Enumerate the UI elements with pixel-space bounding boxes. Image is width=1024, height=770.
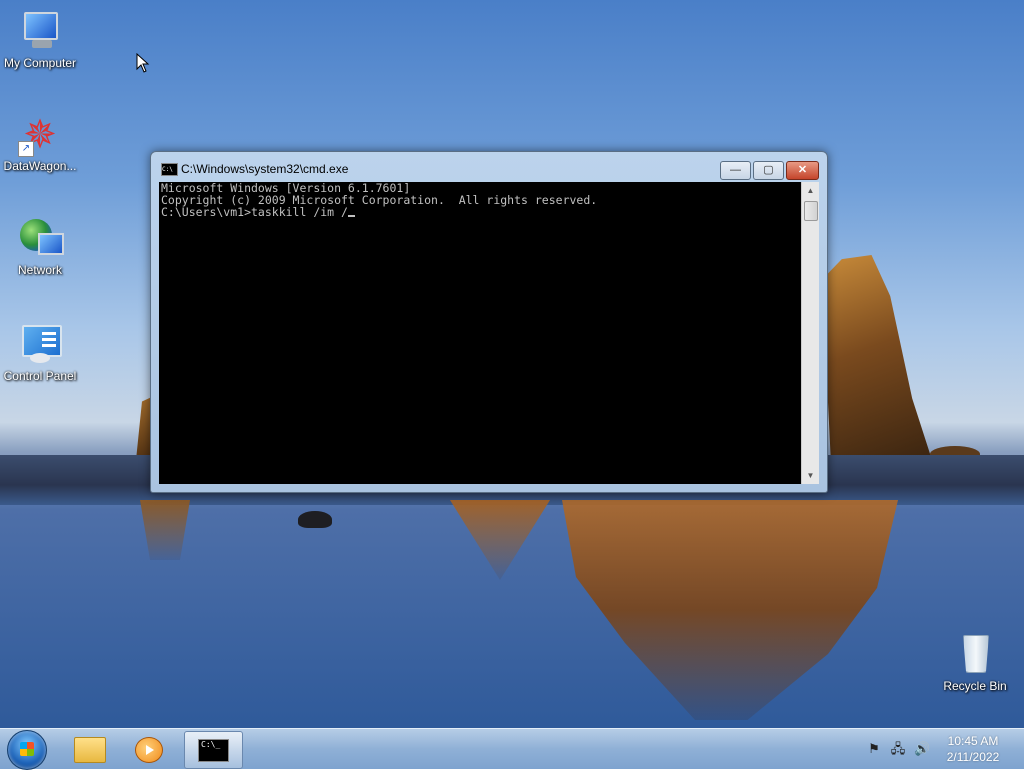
desktop-icon-label: Control Panel <box>3 369 77 383</box>
desktop-icon-label: DataWagon... <box>3 159 77 173</box>
console-output[interactable]: Microsoft Windows [Version 6.1.7601] Cop… <box>159 182 801 484</box>
volume-icon[interactable]: 🔊 <box>914 741 930 757</box>
command-prompt-icon: C:\_ <box>198 739 229 762</box>
cmd-window-icon[interactable]: C:\ <box>161 163 178 176</box>
action-center-flag-icon[interactable]: ⚑ <box>866 741 882 757</box>
wallpaper-reflection <box>450 500 550 580</box>
network-icon[interactable]: 🖧 <box>890 741 906 757</box>
wallpaper-reflection <box>140 500 190 560</box>
desktop-icon-recycle-bin[interactable]: Recycle Bin <box>935 633 1015 693</box>
control-panel-icon <box>18 323 62 367</box>
desktop: My Computer ✵ ↗ DataWagon... Network Cont… <box>0 0 1024 728</box>
clock-date: 2/11/2022 <box>946 750 1000 764</box>
system-clock[interactable]: 10:45 AM 2/11/2022 <box>938 733 1008 765</box>
windows-explorer-icon <box>74 737 106 763</box>
minimize-button[interactable]: — <box>720 161 751 180</box>
windows-media-player-icon <box>135 737 163 763</box>
desktop-icon-datawagon[interactable]: ✵ ↗ DataWagon... <box>0 113 80 173</box>
mouse-cursor-icon <box>136 53 150 73</box>
taskbar: C:\_ ⚑ 🖧 🔊 10:45 AM 2/11/2022 <box>0 728 1024 770</box>
computer-icon <box>18 10 62 54</box>
desktop-icon-control-panel[interactable]: Control Panel <box>0 323 80 383</box>
taskbar-explorer-button[interactable] <box>62 731 116 767</box>
datawagon-shortcut-icon: ✵ ↗ <box>18 113 62 157</box>
taskbar-cmd-button[interactable]: C:\_ <box>184 731 243 769</box>
desktop-icon-network[interactable]: Network <box>0 217 80 277</box>
window-titlebar[interactable]: C:\ C:\Windows\system32\cmd.exe — ▢ ✕ <box>151 152 827 182</box>
console-prompt-line[interactable]: C:\Users\vm1>taskkill /im / <box>161 206 801 218</box>
console-prompt-text: C:\Users\vm1>taskkill /im / <box>161 205 348 219</box>
window-title: C:\Windows\system32\cmd.exe <box>181 162 349 176</box>
taskbar-media-player-button[interactable] <box>122 731 176 767</box>
desktop-icon-label: Network <box>17 263 62 277</box>
wallpaper-beach-rock <box>298 511 332 528</box>
network-globe-icon <box>18 217 64 261</box>
wallpaper-reflection <box>562 500 898 720</box>
scrollbar-thumb[interactable] <box>804 201 818 221</box>
scroll-up-icon[interactable]: ▲ <box>802 182 819 199</box>
scroll-down-icon[interactable]: ▼ <box>802 467 819 484</box>
vertical-scrollbar[interactable]: ▲ ▼ <box>801 182 819 484</box>
windows-logo-icon <box>20 742 34 756</box>
maximize-button[interactable]: ▢ <box>753 161 784 180</box>
desktop-icon-my-computer[interactable]: My Computer <box>0 10 80 70</box>
recycle-bin-icon <box>953 633 997 677</box>
wallpaper-rock-right <box>822 255 932 460</box>
desktop-icon-label: Recycle Bin <box>943 679 1007 693</box>
start-button[interactable] <box>7 730 47 770</box>
clock-time: 10:45 AM <box>947 734 999 748</box>
close-button[interactable]: ✕ <box>786 161 819 180</box>
text-caret <box>347 215 355 217</box>
desktop-icon-label: My Computer <box>3 56 77 70</box>
cmd-window[interactable]: C:\ C:\Windows\system32\cmd.exe — ▢ ✕ Mi… <box>150 151 828 493</box>
